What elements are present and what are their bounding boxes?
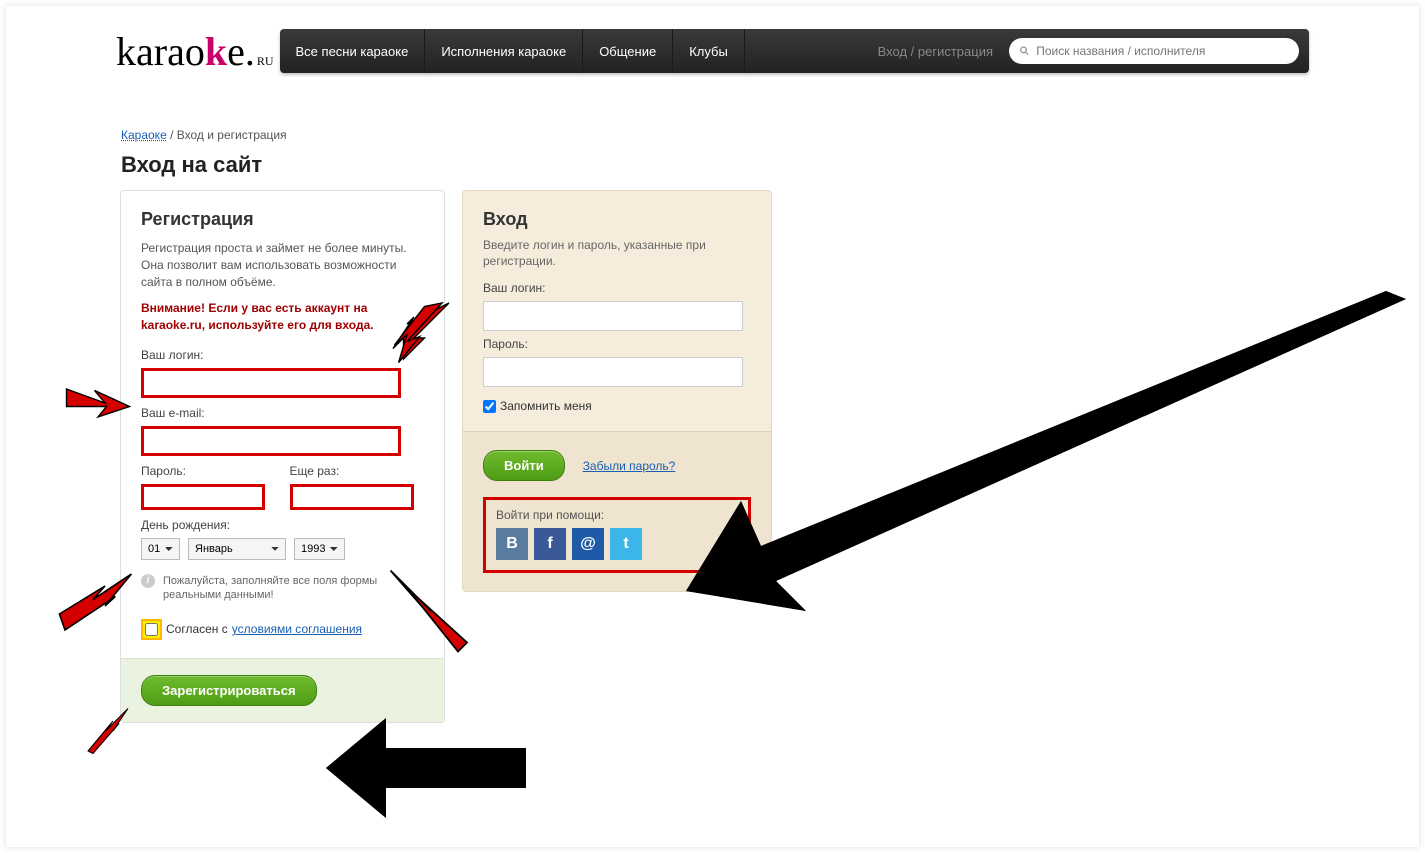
- search-input[interactable]: [1036, 44, 1289, 58]
- social-label: Войти при помощи:: [496, 508, 738, 522]
- breadcrumb: Караоке / Вход и регистрация: [121, 128, 287, 142]
- registration-desc: Регистрация проста и займет не более мин…: [141, 240, 424, 290]
- page-title: Вход на сайт: [121, 152, 262, 178]
- login-password-label: Пароль:: [483, 337, 751, 351]
- reg-email-label: Ваш e-mail:: [141, 406, 424, 420]
- breadcrumb-sep: /: [167, 128, 177, 142]
- reg-password-input[interactable]: [141, 484, 265, 510]
- reg-password-label: Пароль:: [141, 464, 276, 478]
- logo-ru: RU: [257, 54, 274, 69]
- forgot-password-link[interactable]: Забыли пароль?: [583, 459, 676, 473]
- register-button[interactable]: Зарегистрироваться: [141, 675, 317, 706]
- search-icon: [1019, 45, 1030, 57]
- registration-title: Регистрация: [141, 209, 424, 230]
- login-login-label: Ваш логин:: [483, 281, 751, 295]
- login-password-input[interactable]: [483, 357, 743, 387]
- nav-clubs[interactable]: Клубы: [673, 29, 745, 73]
- logo-accent: k: [205, 28, 227, 75]
- black-arrow-icon: [326, 718, 526, 821]
- mailru-icon[interactable]: @: [572, 528, 604, 560]
- site-logo[interactable]: karaoke.RU: [116, 28, 274, 75]
- reg-day-select[interactable]: 01: [141, 538, 180, 560]
- breadcrumb-current: Вход и регистрация: [177, 128, 287, 142]
- agree-checkbox[interactable]: [145, 623, 158, 636]
- agree-text: Согласен с: [166, 622, 228, 636]
- vk-icon[interactable]: B: [496, 528, 528, 560]
- reg-birthday-label: День рождения:: [141, 518, 424, 532]
- info-icon: i: [141, 574, 155, 588]
- facebook-icon[interactable]: f: [534, 528, 566, 560]
- registration-warning: Внимание! Если у вас есть аккаунт на kar…: [141, 300, 424, 334]
- nav-performances[interactable]: Исполнения караоке: [425, 29, 583, 73]
- twitter-icon[interactable]: t: [610, 528, 642, 560]
- agree-link[interactable]: условиями соглашения: [232, 622, 362, 636]
- login-title: Вход: [483, 209, 751, 230]
- login-panel: Вход Введите логин и пароль, указанные п…: [462, 190, 772, 592]
- reg-year-select[interactable]: 1993: [294, 538, 345, 560]
- logo-dot: .: [245, 28, 255, 75]
- reg-login-input[interactable]: [141, 368, 401, 398]
- nav-chat[interactable]: Общение: [583, 29, 673, 73]
- logo-text: karao: [116, 28, 205, 75]
- reg-email-input[interactable]: [141, 426, 401, 456]
- remember-label: Запомнить меня: [500, 399, 592, 413]
- social-login-box: Войти при помощи: B f @ t: [483, 497, 751, 573]
- login-login-input[interactable]: [483, 301, 743, 331]
- nav-auth[interactable]: Вход / регистрация: [862, 29, 1009, 73]
- reg-login-label: Ваш логин:: [141, 348, 424, 362]
- reg-password2-label: Еще раз:: [290, 464, 425, 478]
- breadcrumb-root[interactable]: Караоке: [121, 128, 167, 142]
- form-hint: Пожалуйста, заполняйте все поля формы ре…: [163, 574, 424, 603]
- nav-all-songs[interactable]: Все песни караоке: [280, 29, 426, 73]
- top-nav: Все песни караоке Исполнения караоке Общ…: [280, 29, 1309, 73]
- login-button[interactable]: Войти: [483, 450, 565, 481]
- logo-text2: e: [227, 28, 245, 75]
- remember-checkbox[interactable]: [483, 400, 496, 413]
- registration-panel: Регистрация Регистрация проста и займет …: [120, 190, 445, 723]
- black-arrow-icon: [686, 281, 1406, 614]
- reg-password2-input[interactable]: [290, 484, 414, 510]
- reg-month-select[interactable]: Январь: [188, 538, 286, 560]
- login-desc: Введите логин и пароль, указанные при ре…: [483, 238, 751, 269]
- search-box[interactable]: [1009, 38, 1299, 64]
